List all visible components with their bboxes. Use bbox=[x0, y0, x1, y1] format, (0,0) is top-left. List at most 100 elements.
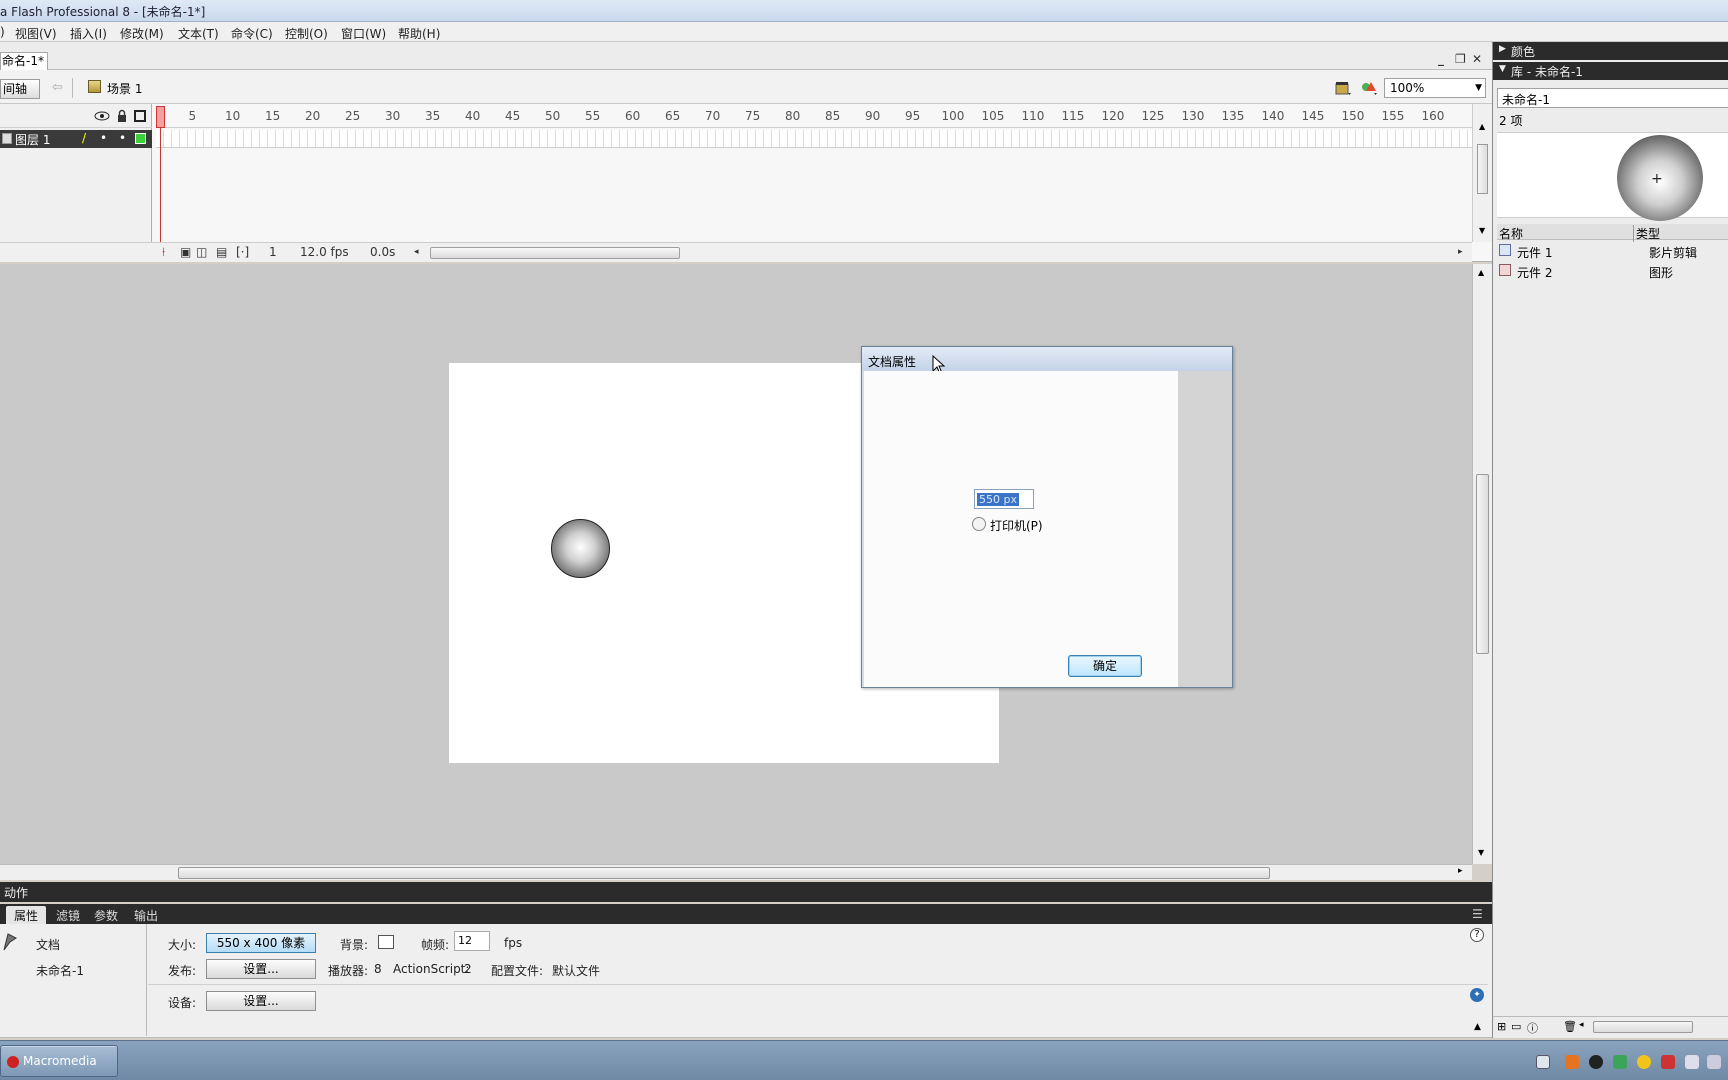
tab-parameters[interactable]: 参数 bbox=[94, 907, 118, 924]
plus-icon[interactable] bbox=[1637, 1055, 1651, 1069]
menu-edge[interactable]: ) bbox=[0, 25, 5, 39]
timeline-toggle-button[interactable]: 间轴 bbox=[0, 79, 40, 99]
list-item[interactable]: 元件 1 影片剪辑 bbox=[1497, 242, 1728, 260]
menu-control[interactable]: 控制(O) bbox=[285, 25, 328, 42]
lock-dot[interactable]: • bbox=[119, 131, 126, 145]
scroll-down-icon[interactable]: ▼ bbox=[1479, 226, 1485, 235]
menu-view[interactable]: 视图(V) bbox=[15, 25, 57, 42]
library-select[interactable]: 未命名-1 bbox=[1497, 88, 1728, 108]
scroll-thumb[interactable] bbox=[178, 867, 1270, 879]
scroll-thumb[interactable] bbox=[1593, 1021, 1693, 1033]
layer-row[interactable]: 图层 1 / • • bbox=[0, 130, 152, 148]
printer-radio[interactable] bbox=[972, 517, 986, 531]
qq-icon[interactable] bbox=[1589, 1055, 1603, 1069]
size-button[interactable]: 550 x 400 像素 bbox=[206, 933, 316, 953]
security-icon[interactable] bbox=[1613, 1055, 1627, 1069]
visibility-dot[interactable]: • bbox=[100, 131, 107, 145]
options-menu-icon[interactable]: ☰ bbox=[1472, 907, 1483, 921]
scroll-left-icon[interactable]: ◂ bbox=[1579, 1020, 1584, 1030]
stage-vertical-scrollbar[interactable]: ▲ ▼ bbox=[1472, 264, 1492, 864]
document-tab[interactable]: 命名-1* bbox=[0, 52, 48, 70]
accessibility-icon[interactable]: ✦ bbox=[1470, 988, 1484, 1002]
properties-icon[interactable]: ⓘ bbox=[1527, 1020, 1538, 1036]
tab-properties[interactable]: 属性 bbox=[6, 906, 47, 924]
eye-icon[interactable] bbox=[94, 110, 110, 122]
new-symbol-icon[interactable]: ⊞ bbox=[1497, 1020, 1506, 1033]
col-type[interactable]: 类型 bbox=[1633, 225, 1660, 242]
center-frame-icon[interactable]: ⍿ bbox=[162, 245, 165, 261]
registration-point-icon: + bbox=[1651, 171, 1663, 187]
taskbar-app-button[interactable]: Macromedia Fla... bbox=[0, 1045, 118, 1077]
volume-icon[interactable] bbox=[1707, 1055, 1721, 1069]
edit-multiple-icon[interactable]: ▤ bbox=[216, 245, 227, 261]
scroll-up-icon[interactable]: ▲ bbox=[1478, 268, 1484, 277]
movieclip-icon bbox=[1499, 244, 1511, 256]
playhead[interactable] bbox=[156, 106, 165, 128]
network-icon[interactable] bbox=[1661, 1055, 1675, 1069]
scroll-right-icon[interactable]: ▸ bbox=[1458, 245, 1463, 261]
signal-icon[interactable] bbox=[1685, 1055, 1699, 1069]
col-name[interactable]: 名称 bbox=[1499, 225, 1523, 242]
tab-filters[interactable]: 滤镜 bbox=[56, 907, 80, 924]
close-icon[interactable]: ✕ bbox=[1472, 52, 1482, 66]
ruler-number: 145 bbox=[1301, 109, 1325, 123]
minimize-icon[interactable]: _ bbox=[1438, 52, 1444, 66]
device-settings-button[interactable]: 设置... bbox=[206, 991, 316, 1011]
ok-button[interactable]: 确定 bbox=[1068, 655, 1142, 677]
modify-markers-icon[interactable]: [·] bbox=[236, 245, 249, 261]
actions-panel-header[interactable]: 动作 bbox=[0, 882, 1492, 902]
item-name: 元件 2 bbox=[1517, 266, 1553, 280]
background-color-swatch[interactable] bbox=[378, 935, 394, 949]
publish-settings-button[interactable]: 设置... bbox=[206, 959, 316, 979]
edit-symbol-icon[interactable] bbox=[1360, 79, 1378, 97]
player-label: 播放器: bbox=[328, 964, 369, 978]
library-column-header: 名称 类型 bbox=[1497, 224, 1728, 242]
scroll-up-icon[interactable]: ▲ bbox=[1479, 122, 1485, 131]
onion-skin-icon[interactable]: ▣ bbox=[180, 245, 191, 261]
tray-app-icon[interactable] bbox=[1565, 1055, 1579, 1069]
stage-horizontal-scrollbar[interactable]: ▸ bbox=[0, 864, 1472, 880]
publish-label: 发布: bbox=[168, 964, 197, 978]
frame-rate-input[interactable]: 12 bbox=[454, 931, 490, 951]
scroll-thumb[interactable] bbox=[1476, 474, 1489, 654]
new-folder-icon[interactable]: ▭ bbox=[1511, 1020, 1521, 1033]
timeline-vertical-scrollbar[interactable]: ▲ ▼ bbox=[1472, 104, 1492, 242]
menu-commands[interactable]: 命令(C) bbox=[231, 25, 273, 42]
menu-insert[interactable]: 插入(I) bbox=[70, 25, 107, 42]
trash-icon[interactable]: 🗑 bbox=[1563, 1020, 1577, 1033]
outline-icon[interactable] bbox=[134, 110, 146, 122]
item-name: 元件 1 bbox=[1517, 246, 1553, 260]
ruler-number: 70 bbox=[705, 109, 721, 123]
zoom-select[interactable]: 100% ▼ bbox=[1384, 78, 1486, 98]
restore-icon[interactable]: ❐ bbox=[1455, 52, 1466, 66]
lock-icon[interactable] bbox=[116, 109, 128, 123]
dialog-title[interactable]: 文档属性 bbox=[862, 347, 1232, 371]
menu-window[interactable]: 窗口(W) bbox=[341, 25, 386, 42]
tab-output[interactable]: 输出 bbox=[134, 907, 158, 924]
collapse-icon[interactable]: ▲ bbox=[1474, 1022, 1481, 1032]
edit-scene-icon[interactable] bbox=[1334, 79, 1352, 97]
frame-ruler[interactable]: 5 10 15 20 25 30 35 40 45 50 55 60 65 70 75 80 85 90 95 100… bbox=[156, 104, 1472, 128]
menu-help[interactable]: 帮助(H) bbox=[398, 25, 440, 42]
scroll-thumb[interactable] bbox=[1477, 144, 1488, 194]
list-item[interactable]: 元件 2 图形 bbox=[1497, 262, 1728, 280]
color-panel-header[interactable]: ▶ 颜色 bbox=[1493, 42, 1728, 60]
scroll-down-icon[interactable]: ▼ bbox=[1478, 848, 1484, 857]
width-input[interactable]: 550 px bbox=[974, 489, 1034, 509]
timeline-horizontal-scroll-thumb[interactable] bbox=[430, 247, 680, 259]
back-arrow-icon[interactable]: ⇦ bbox=[52, 80, 63, 95]
scroll-right-icon[interactable]: ▸ bbox=[1458, 866, 1463, 876]
ruler-number: 155 bbox=[1381, 109, 1405, 123]
ruler-number: 140 bbox=[1261, 109, 1285, 123]
keyboard-icon[interactable] bbox=[1536, 1055, 1550, 1069]
gradient-ball[interactable] bbox=[551, 519, 610, 578]
help-icon[interactable]: ? bbox=[1470, 928, 1484, 942]
layer-color-swatch[interactable] bbox=[135, 133, 146, 144]
frame-row[interactable] bbox=[156, 130, 1472, 148]
menu-modify[interactable]: 修改(M) bbox=[120, 25, 164, 42]
menu-text[interactable]: 文本(T) bbox=[178, 25, 219, 42]
library-panel-header[interactable]: ▼ 库 - 未命名-1 bbox=[1493, 62, 1728, 80]
zoom-value: 100% bbox=[1390, 81, 1425, 95]
onion-outline-icon[interactable]: ◫ bbox=[196, 245, 207, 261]
scroll-left-icon[interactable]: ◂ bbox=[414, 245, 419, 261]
